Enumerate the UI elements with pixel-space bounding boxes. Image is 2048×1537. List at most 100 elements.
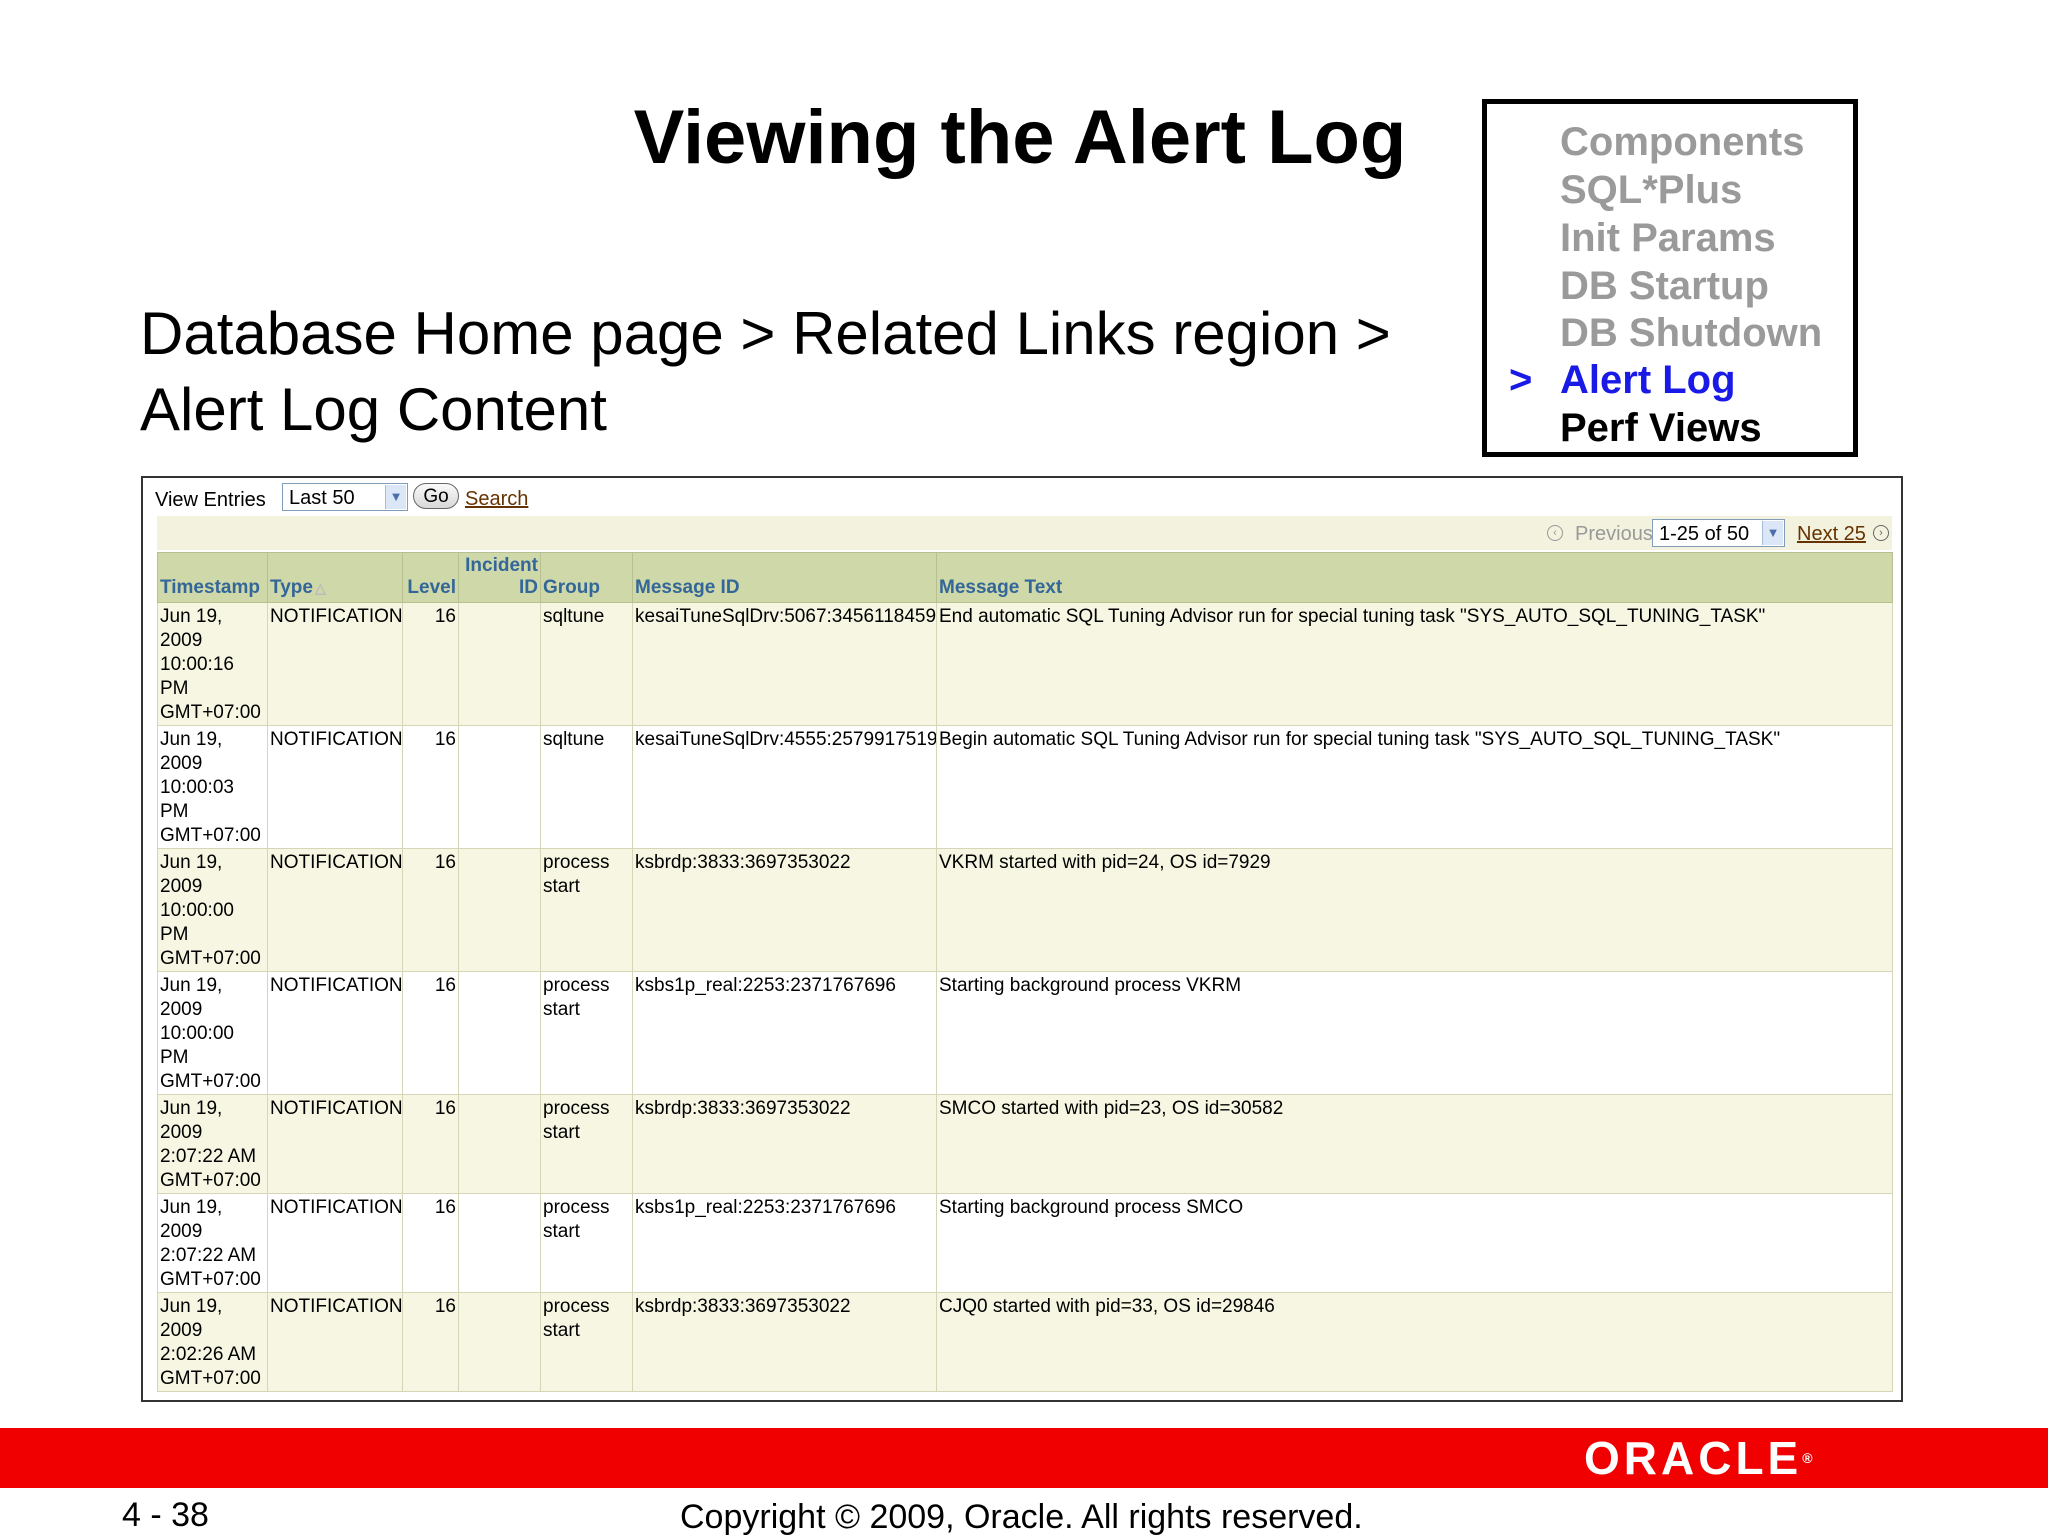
- previous-icon: ‹: [1547, 525, 1563, 541]
- cell-incident-id: [458, 1094, 541, 1194]
- cell-level: 16: [402, 1094, 459, 1194]
- cell-message-id: ksbs1p_real:2253:2371767696: [632, 1193, 937, 1293]
- sort-ascending-icon: △: [314, 580, 326, 596]
- topic-init-params: Init Params: [1560, 216, 1776, 260]
- cell-group: process start: [540, 848, 633, 972]
- cell-message-id: ksbrdp:3833:3697353022: [632, 848, 937, 972]
- view-entries-value: Last 50: [289, 487, 355, 509]
- cell-timestamp: Jun 19, 2009 10:00:03 PM GMT+07:00: [157, 725, 268, 849]
- cell-timestamp: Jun 19, 2009 10:00:00 PM GMT+07:00: [157, 848, 268, 972]
- search-link[interactable]: Search: [465, 488, 528, 511]
- table-row: Jun 19, 2009 10:00:00 PM GMT+07:00 NOTIF…: [157, 971, 1893, 1095]
- cell-message-text: Starting background process VKRM: [936, 971, 1893, 1095]
- cell-group: sqltune: [540, 725, 633, 849]
- previous-link: Previous: [1575, 523, 1653, 545]
- slide-title: Viewing the Alert Log: [633, 95, 1407, 180]
- cell-timestamp: Jun 19, 2009 2:07:22 AM GMT+07:00: [157, 1193, 268, 1293]
- view-entries-label: View Entries: [155, 489, 266, 511]
- col-level[interactable]: Level: [402, 552, 459, 603]
- topic-components: Components: [1560, 120, 1805, 164]
- col-message-text[interactable]: Message Text: [936, 552, 1893, 603]
- active-topic-marker: >: [1509, 358, 1533, 402]
- registered-mark: ®: [1802, 1450, 1813, 1466]
- cell-incident-id: [458, 725, 541, 849]
- cell-message-text: Starting background process SMCO: [936, 1193, 1893, 1293]
- cell-type: NOTIFICATION: [267, 848, 403, 972]
- topic-perf-views: Perf Views: [1560, 406, 1762, 450]
- cell-message-id: kesaiTuneSqlDrv:4555:2579917519: [632, 725, 937, 849]
- col-group[interactable]: Group: [540, 552, 633, 603]
- cell-message-id: kesaiTuneSqlDrv:5067:3456118459: [632, 602, 937, 726]
- cell-message-id: ksbrdp:3833:3697353022: [632, 1094, 937, 1194]
- col-type-label: Type: [270, 577, 313, 598]
- cell-message-text: CJQ0 started with pid=33, OS id=29846: [936, 1292, 1893, 1392]
- cell-message-text: Begin automatic SQL Tuning Advisor run f…: [936, 725, 1893, 849]
- page-range-select[interactable]: 1-25 of 50 ▼: [1652, 519, 1785, 547]
- cell-type: NOTIFICATION: [267, 1094, 403, 1194]
- chevron-down-icon[interactable]: ▼: [1762, 521, 1783, 545]
- cell-timestamp: Jun 19, 2009 2:02:26 AM GMT+07:00: [157, 1292, 268, 1392]
- cell-type: NOTIFICATION: [267, 971, 403, 1095]
- breadcrumb-line-1: Database Home page > Related Links regio…: [140, 300, 1391, 367]
- alert-log-screenshot: View Entries Last 50 ▼ Go Search ‹ Previ…: [141, 476, 1903, 1402]
- oracle-logo: ORACLE®: [1584, 1435, 1813, 1481]
- cell-incident-id: [458, 1292, 541, 1392]
- table-row: Jun 19, 2009 10:00:03 PM GMT+07:00 NOTIF…: [157, 725, 1893, 849]
- table-row: Jun 19, 2009 2:02:26 AM GMT+07:00 NOTIFI…: [157, 1292, 1893, 1392]
- table-header-row: Timestamp Type △ Level Incident ID Group M…: [157, 552, 1893, 603]
- copyright-text: Copyright © 2009, Oracle. All rights res…: [680, 1498, 1363, 1536]
- chevron-down-icon[interactable]: ▼: [385, 485, 406, 509]
- cell-group: process start: [540, 1292, 633, 1392]
- cell-type: NOTIFICATION: [267, 1193, 403, 1293]
- cell-level: 16: [402, 602, 459, 726]
- col-incident-line-2: ID: [519, 577, 538, 598]
- cell-type: NOTIFICATION: [267, 1292, 403, 1392]
- view-entries-select[interactable]: Last 50 ▼: [282, 483, 408, 511]
- cell-group: process start: [540, 971, 633, 1095]
- col-incident-id[interactable]: Incident ID: [458, 552, 541, 603]
- topic-list: Components SQL*Plus Init Params DB Start…: [1482, 99, 1858, 457]
- table-row: Jun 19, 2009 10:00:16 PM GMT+07:00 NOTIF…: [157, 602, 1893, 726]
- cell-level: 16: [402, 1193, 459, 1293]
- page-number: 4 - 38: [122, 1496, 209, 1534]
- topic-db-shutdown: DB Shutdown: [1560, 311, 1823, 355]
- cell-incident-id: [458, 848, 541, 972]
- topic-db-startup: DB Startup: [1560, 264, 1769, 308]
- oracle-logo-text: ORACLE: [1584, 1432, 1803, 1484]
- col-message-id[interactable]: Message ID: [632, 552, 937, 603]
- cell-incident-id: [458, 602, 541, 726]
- next-icon[interactable]: ›: [1873, 525, 1889, 541]
- cell-message-text: SMCO started with pid=23, OS id=30582: [936, 1094, 1893, 1194]
- cell-incident-id: [458, 1193, 541, 1293]
- cell-message-id: ksbs1p_real:2253:2371767696: [632, 971, 937, 1095]
- table-row: Jun 19, 2009 2:07:22 AM GMT+07:00 NOTIFI…: [157, 1094, 1893, 1194]
- table-row: Jun 19, 2009 2:07:22 AM GMT+07:00 NOTIFI…: [157, 1193, 1893, 1293]
- cell-group: process start: [540, 1193, 633, 1293]
- cell-level: 16: [402, 971, 459, 1095]
- breadcrumb-line-2: Alert Log Content: [140, 376, 607, 443]
- next-link[interactable]: Next 25: [1797, 523, 1866, 546]
- cell-group: sqltune: [540, 602, 633, 726]
- go-button[interactable]: Go: [413, 483, 459, 509]
- topic-sqlplus: SQL*Plus: [1560, 168, 1743, 212]
- breadcrumb: Database Home page > Related Links regio…: [140, 296, 1391, 448]
- cell-group: process start: [540, 1094, 633, 1194]
- topic-alert-log: Alert Log: [1560, 358, 1736, 402]
- page-range-value: 1-25 of 50: [1659, 523, 1750, 545]
- col-timestamp[interactable]: Timestamp: [157, 552, 268, 603]
- cell-message-text: VKRM started with pid=24, OS id=7929: [936, 848, 1893, 972]
- cell-timestamp: Jun 19, 2009 10:00:16 PM GMT+07:00: [157, 602, 268, 726]
- table-row: Jun 19, 2009 10:00:00 PM GMT+07:00 NOTIF…: [157, 848, 1893, 972]
- cell-message-text: End automatic SQL Tuning Advisor run for…: [936, 602, 1893, 726]
- cell-timestamp: Jun 19, 2009 2:07:22 AM GMT+07:00: [157, 1094, 268, 1194]
- cell-type: NOTIFICATION: [267, 725, 403, 849]
- cell-incident-id: [458, 971, 541, 1095]
- col-incident-line-1: Incident: [465, 555, 538, 576]
- cell-message-id: ksbrdp:3833:3697353022: [632, 1292, 937, 1392]
- cell-level: 16: [402, 725, 459, 849]
- cell-level: 16: [402, 1292, 459, 1392]
- cell-type: NOTIFICATION: [267, 602, 403, 726]
- col-type[interactable]: Type △: [267, 552, 403, 603]
- cell-level: 16: [402, 848, 459, 972]
- cell-timestamp: Jun 19, 2009 10:00:00 PM GMT+07:00: [157, 971, 268, 1095]
